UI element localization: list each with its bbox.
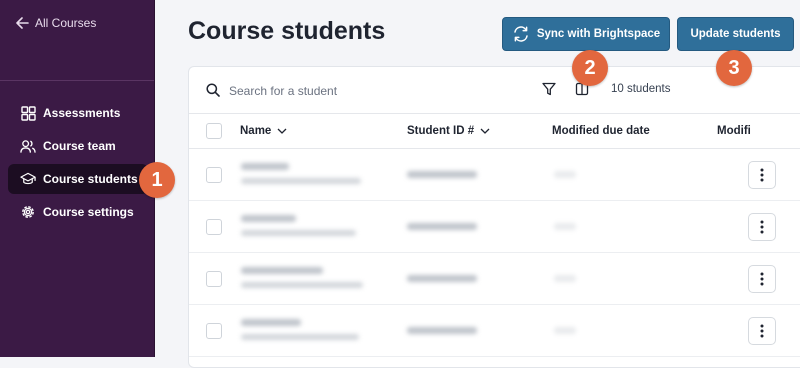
table-row[interactable]	[189, 201, 800, 253]
sidebar-item-label: Course students	[43, 172, 138, 186]
kebab-menu-icon	[760, 168, 764, 182]
row-menu-button[interactable]	[748, 265, 776, 293]
row-checkbox[interactable]	[206, 323, 222, 339]
people-icon	[20, 138, 36, 154]
table-header: Name Student ID # Modified due date Modi…	[189, 113, 800, 149]
row-checkbox[interactable]	[206, 271, 222, 287]
row-checkbox[interactable]	[206, 219, 222, 235]
sync-icon	[514, 26, 528, 42]
redacted-student-id	[407, 171, 477, 178]
kebab-menu-icon	[760, 220, 764, 234]
column-header-name[interactable]: Name	[240, 125, 287, 137]
student-count: 10 students	[611, 83, 671, 95]
graduation-cap-icon	[20, 171, 36, 187]
sync-with-brightspace-button[interactable]: Sync with Brightspace	[502, 17, 670, 51]
row-checkbox[interactable]	[206, 167, 222, 183]
redacted-student-id	[407, 223, 477, 230]
sidebar-divider	[0, 80, 154, 81]
filter-icon[interactable]	[542, 82, 556, 96]
sync-button-label: Sync with Brightspace	[536, 28, 661, 40]
select-all-checkbox[interactable]	[206, 123, 222, 139]
sidebar-item-label: Assessments	[43, 106, 121, 120]
table-row[interactable]	[189, 305, 800, 357]
redacted-email	[241, 178, 361, 184]
redacted-due-date	[554, 275, 576, 282]
sidebar-item-assessments[interactable]: Assessments	[8, 98, 148, 128]
step-badge-1: 1	[139, 162, 175, 198]
all-courses-link[interactable]: All Courses	[16, 16, 96, 30]
table-toolbar: 10 students	[189, 67, 800, 113]
page-title: Course students	[188, 17, 386, 45]
sidebar: All Courses Assessments Course team Cour…	[0, 0, 155, 357]
column-header-student-id[interactable]: Student ID #	[407, 125, 490, 137]
search-input[interactable]	[227, 79, 491, 103]
redacted-email	[241, 282, 363, 288]
column-header-modified-due-date: Modified due date	[552, 125, 650, 137]
redacted-student-id	[407, 327, 477, 334]
kebab-menu-icon	[760, 324, 764, 338]
redacted-email	[241, 230, 356, 236]
sidebar-item-course-settings[interactable]: Course settings	[8, 197, 148, 227]
redacted-name	[241, 319, 301, 326]
table-row[interactable]	[189, 149, 800, 201]
step-badge-3: 3	[716, 50, 752, 86]
update-students-button[interactable]: Update students	[677, 17, 794, 51]
chevron-down-icon	[277, 128, 287, 134]
column-header-modified: Modifi	[717, 125, 751, 137]
all-courses-label: All Courses	[35, 16, 97, 30]
row-menu-button[interactable]	[748, 317, 776, 345]
sidebar-item-course-team[interactable]: Course team	[8, 131, 148, 161]
column-overflow-fade	[767, 114, 800, 148]
search-icon	[206, 83, 220, 97]
gear-icon	[20, 204, 36, 220]
arrow-left-icon	[16, 17, 29, 29]
redacted-name	[241, 215, 296, 222]
sidebar-item-label: Course settings	[43, 205, 134, 219]
students-table-card: 10 students Name Student ID # Modified d…	[188, 66, 800, 368]
chevron-down-icon	[480, 128, 490, 134]
sidebar-item-label: Course team	[43, 139, 116, 153]
sidebar-nav: Assessments Course team Course students …	[8, 98, 148, 230]
redacted-due-date	[554, 223, 576, 230]
update-button-label: Update students	[690, 28, 781, 40]
redacted-name	[241, 267, 323, 274]
kebab-menu-icon	[760, 272, 764, 286]
redacted-student-id	[407, 275, 477, 282]
row-menu-button[interactable]	[748, 213, 776, 241]
step-badge-2: 2	[572, 50, 608, 86]
grid-icon	[20, 105, 36, 121]
sidebar-item-course-students[interactable]: Course students	[8, 164, 148, 194]
redacted-email	[241, 334, 359, 340]
row-menu-button[interactable]	[748, 161, 776, 189]
redacted-name	[241, 163, 289, 170]
redacted-due-date	[554, 171, 576, 178]
table-row[interactable]	[189, 253, 800, 305]
redacted-due-date	[554, 327, 576, 334]
